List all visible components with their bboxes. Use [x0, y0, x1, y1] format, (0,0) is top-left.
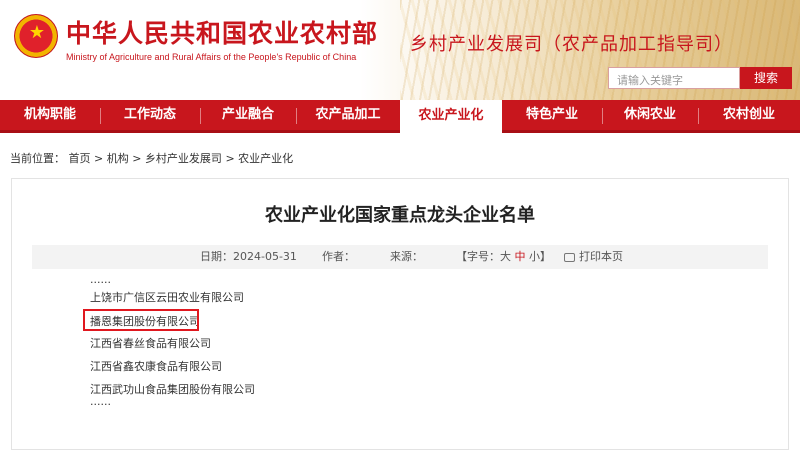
article-container: 农业产业化国家重点龙头企业名单 日期：2024-05-31 作者： 来源： 【字…	[11, 178, 789, 450]
main-nav: 机构职能 工作动态 产业融合 农产品加工 农业产业化 特色产业 休闲农业 农村创…	[0, 100, 800, 133]
nav-item-chuangye[interactable]: 农村创业	[698, 100, 800, 130]
company-item: 江西省春丝食品有限公司	[90, 337, 211, 350]
nav-item-chanye-ronghe[interactable]: 产业融合	[200, 100, 296, 130]
site-title[interactable]: 中华人民共和国农业农村部	[66, 14, 378, 50]
source-label: 来源：	[390, 250, 423, 263]
company-item: 江西武功山食品集团股份有限公司	[90, 383, 255, 396]
breadcrumb-link-current[interactable]: 农业产业化	[238, 150, 293, 166]
nav-item-xiuxian[interactable]: 休闲农业	[602, 100, 698, 130]
printer-icon	[564, 252, 575, 262]
highlight-box	[83, 309, 199, 331]
breadcrumb-link-org[interactable]: 机构	[107, 150, 129, 166]
font-medium-button[interactable]: 中	[515, 250, 526, 263]
site-header: ★ 中华人民共和国农业农村部 Ministry of Agriculture a…	[0, 0, 800, 100]
date-label: 日期：	[200, 250, 233, 263]
font-size-controls: 【字号：大 中 小】	[456, 245, 551, 269]
nav-item-jigou[interactable]: 机构职能	[0, 100, 100, 130]
breadcrumb-separator: >	[94, 152, 104, 165]
national-emblem-icon: ★	[14, 14, 58, 58]
article-meta-bar: 日期：2024-05-31 作者： 来源： 【字号：大 中 小】 打印本页	[32, 245, 768, 269]
breadcrumb-separator: >	[225, 152, 235, 165]
nav-item-nongchanpin[interactable]: 农产品加工	[296, 100, 400, 130]
nav-item-chanyehua[interactable]: 农业产业化	[400, 100, 502, 133]
ellipsis-line: ······	[90, 398, 111, 411]
breadcrumb-link-home[interactable]: 首页	[69, 150, 91, 166]
article-date: 日期：2024-05-31	[200, 245, 297, 269]
company-item: 江西省鑫农康食品有限公司	[90, 360, 222, 373]
print-button[interactable]: 打印本页	[564, 245, 623, 269]
search-input[interactable]: 请输入关键字	[608, 67, 740, 89]
font-large-button[interactable]: 大	[500, 250, 511, 263]
print-label: 打印本页	[579, 250, 623, 263]
site-title-english: Ministry of Agriculture and Rural Affair…	[66, 52, 357, 62]
breadcrumb-link-dept[interactable]: 乡村产业发展司	[145, 150, 222, 166]
date-value: 2024-05-31	[233, 250, 297, 263]
breadcrumb-prefix: 当前位置：	[10, 152, 65, 165]
font-size-close: 】	[540, 250, 551, 263]
font-small-button[interactable]: 小	[529, 250, 540, 263]
search-button[interactable]: 搜索	[740, 67, 792, 89]
author-label: 作者：	[322, 250, 355, 263]
department-name: 乡村产业发展司（农产品加工指导司）	[410, 34, 733, 55]
nav-item-tese[interactable]: 特色产业	[502, 100, 602, 130]
article-title: 农业产业化国家重点龙头企业名单	[265, 205, 535, 226]
breadcrumb: 当前位置： 首页 > 机构 > 乡村产业发展司 > 农业产业化	[10, 150, 293, 166]
company-item: 上饶市广信区云田农业有限公司	[90, 291, 244, 304]
breadcrumb-separator: >	[132, 152, 142, 165]
ellipsis-line: ······	[90, 276, 111, 289]
nav-item-gongzuo[interactable]: 工作动态	[100, 100, 200, 130]
font-size-label: 【字号：	[456, 250, 500, 263]
